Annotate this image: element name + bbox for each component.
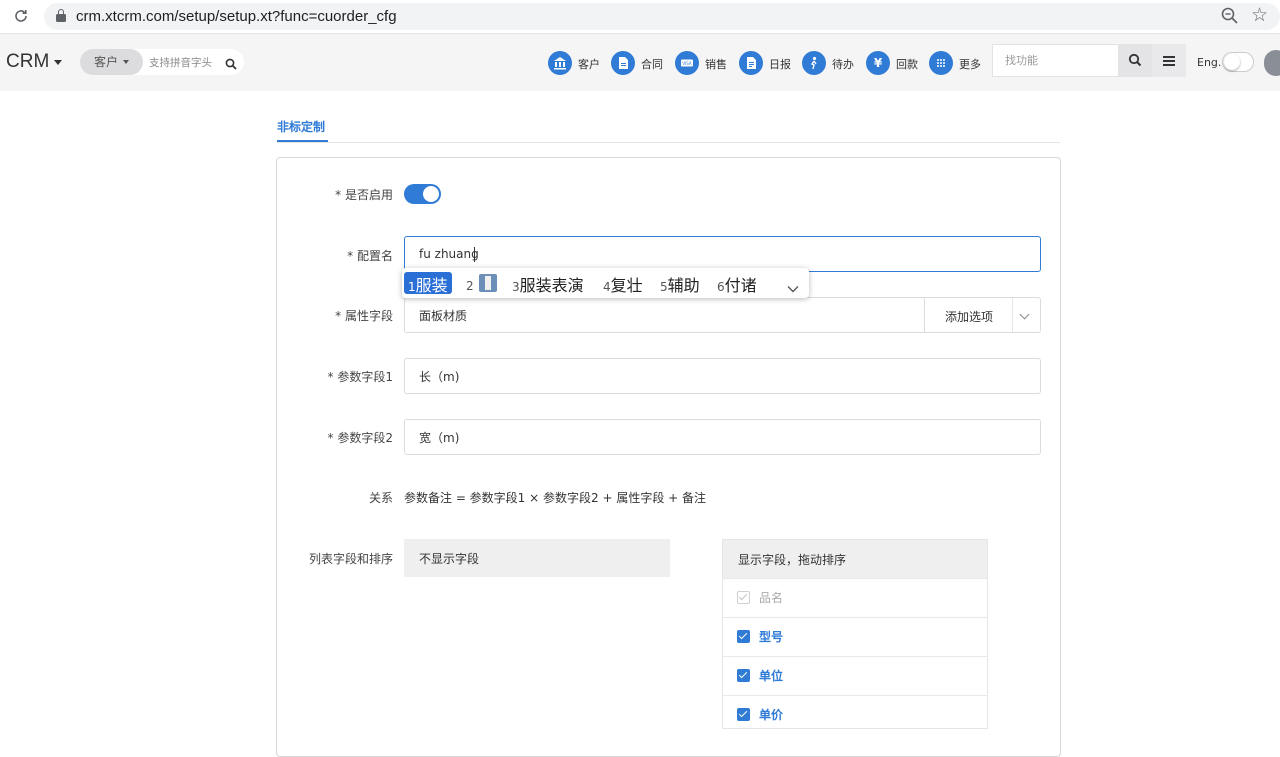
candidate-number: 1 [408, 280, 416, 294]
lock-icon [56, 9, 66, 22]
nav-label: 客户 [578, 58, 600, 71]
global-search: 客户 支持拼音字头 [80, 49, 244, 75]
ime-candidate[interactable]: 5辅助 [660, 272, 700, 295]
report-icon [739, 51, 763, 75]
field-label: 型号 [759, 630, 784, 644]
ime-candidate-bar: 1服装 2 3服装表演 4复壮 5辅助 6付诸 [402, 268, 809, 298]
candidate-word: 服装表演 [519, 276, 584, 295]
enable-label: * 是否启用 [335, 188, 393, 202]
attr-input[interactable] [405, 298, 924, 332]
divider [1012, 298, 1013, 332]
shown-fields-title: 显示字段，拖动排序 [723, 540, 987, 578]
param1-label: * 参数字段1 [327, 370, 393, 384]
field-label: 品名 [759, 591, 784, 605]
param2-input[interactable] [405, 420, 1040, 454]
ime-candidate[interactable]: 4复壮 [603, 272, 643, 295]
checkbox[interactable] [737, 630, 750, 643]
caret-down-icon [123, 60, 129, 64]
search-icon[interactable] [225, 55, 237, 70]
search-input[interactable]: 支持拼音字头 [149, 55, 212, 70]
list-item[interactable]: 型号 [723, 617, 987, 656]
nav-label: 回款 [896, 58, 918, 71]
function-search-input[interactable] [993, 45, 1103, 76]
app-header: CRM 客户 支持拼音字头 客户 合同 VISA 销售 日报 待办 ¥ 回款 更… [0, 34, 1280, 91]
language-toggle[interactable] [1222, 52, 1254, 72]
name-field[interactable] [404, 236, 1041, 272]
brand-menu[interactable]: CRM [6, 51, 49, 73]
avatar[interactable] [1264, 50, 1280, 76]
relation-formula: 参数备注 = 参数字段1 × 参数字段2 + 属性字段 + 备注 [404, 491, 707, 505]
chevron-down-icon[interactable] [1019, 309, 1030, 320]
candidate-number: 4 [603, 280, 611, 294]
nav-label: 销售 [705, 58, 727, 71]
card-icon: VISA [675, 51, 699, 75]
reload-icon[interactable] [12, 7, 30, 25]
candidate-number: 2 [466, 279, 474, 293]
language-label: Eng. [1197, 56, 1222, 69]
nav-label: 合同 [641, 58, 663, 71]
list-item[interactable]: 单价 [723, 695, 987, 734]
ime-candidate[interactable]: 1服装 [404, 272, 452, 295]
hamburger-menu-icon[interactable] [1152, 44, 1186, 77]
param2-field[interactable] [404, 419, 1041, 455]
function-search [992, 44, 1118, 77]
candidate-word: 复壮 [610, 276, 643, 295]
candidate-word: 辅助 [667, 276, 700, 295]
yen-icon: ¥ [866, 51, 890, 75]
list-item[interactable]: 品名 [723, 578, 987, 617]
caret-down-icon[interactable] [54, 60, 62, 65]
tab-custom-config[interactable]: 非标定制 [277, 118, 325, 135]
field-label: 单价 [759, 708, 784, 722]
chevron-down-icon[interactable] [787, 278, 799, 297]
nav-label: 日报 [769, 58, 791, 71]
add-option-label: 添加选项 [945, 310, 994, 324]
candidate-word: 付诸 [724, 276, 757, 295]
zoom-icon[interactable] [1220, 6, 1240, 26]
document-icon [611, 51, 635, 75]
hidden-fields-title: 不显示字段 [419, 552, 480, 566]
shown-fields-list: 显示字段，拖动排序 品名 型号 单位 单价 [722, 539, 988, 729]
search-scope-label: 客户 [94, 55, 119, 69]
ime-candidate[interactable]: 6付诸 [717, 272, 757, 295]
candidate-number: 6 [717, 280, 725, 294]
svg-text:VISA: VISA [682, 61, 692, 66]
candidate-number: 5 [660, 280, 668, 294]
name-label: * 配置名 [347, 249, 393, 263]
candidate-number: 3 [512, 280, 520, 294]
list-item[interactable]: 单位 [723, 656, 987, 695]
list-label: 列表字段和排序 [308, 552, 393, 566]
person-icon [802, 51, 826, 75]
checkbox [737, 591, 750, 604]
address-bar[interactable]: crm.xtcrm.com/setup/setup.xt?func=cuorde… [44, 3, 1280, 30]
relation-label: 关系 [368, 491, 393, 505]
browser-toolbar: crm.xtcrm.com/setup/setup.xt?func=cuorde… [0, 0, 1280, 34]
checkbox[interactable] [737, 708, 750, 721]
tab-divider [277, 142, 1060, 143]
param1-input[interactable] [405, 359, 1040, 393]
text-cursor [474, 247, 475, 262]
param2-label: * 参数字段2 [327, 431, 393, 445]
enable-switch[interactable] [404, 184, 441, 204]
name-input[interactable] [405, 237, 1040, 271]
grid-icon [929, 51, 953, 75]
nav-label: 待办 [832, 58, 854, 71]
url-text: crm.xtcrm.com/setup/setup.xt?func=cuorde… [76, 8, 397, 25]
suit-emoji-icon [478, 274, 497, 292]
add-option-button[interactable]: 添加选项 [924, 297, 1041, 333]
param1-field[interactable] [404, 358, 1041, 394]
search-scope-select[interactable]: 客户 [80, 49, 143, 75]
ime-candidate[interactable]: 2 [466, 272, 497, 294]
nav-label: 更多 [959, 58, 981, 71]
hidden-fields-list: 不显示字段 [404, 539, 670, 577]
bank-icon [548, 51, 572, 75]
attr-label: * 属性字段 [335, 309, 393, 323]
checkbox[interactable] [737, 669, 750, 682]
function-search-button[interactable] [1118, 44, 1152, 77]
bookmark-star-icon[interactable]: ☆ [1251, 4, 1268, 26]
field-label: 单位 [759, 669, 784, 683]
candidate-word: 服装 [415, 276, 448, 295]
ime-candidate[interactable]: 3服装表演 [512, 272, 584, 295]
attr-field[interactable] [404, 297, 925, 333]
